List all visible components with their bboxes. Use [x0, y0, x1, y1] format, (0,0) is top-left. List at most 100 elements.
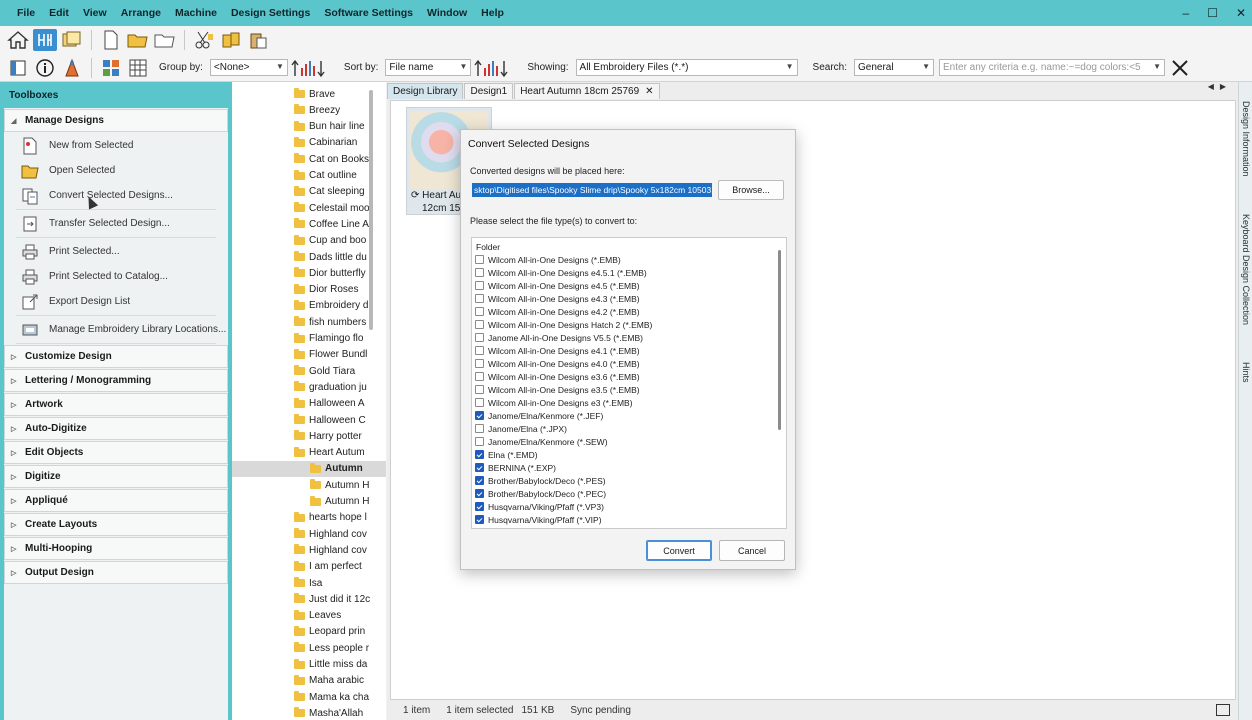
folder-item[interactable]: Highland cov	[232, 542, 386, 558]
browse-button[interactable]: Browse...	[718, 180, 784, 200]
folder-item[interactable]: Cat on Books	[232, 151, 386, 167]
checkbox-unchecked[interactable]	[475, 398, 484, 407]
new-file-icon[interactable]	[99, 29, 123, 51]
folder-item[interactable]: Flamingo flo	[232, 331, 386, 347]
file-type-option[interactable]: Janome/Elna/Kenmore (*.JEF)	[475, 409, 603, 422]
section-lettering[interactable]: ▷ Lettering / Monogramming	[4, 369, 228, 392]
tool-open-selected[interactable]: Open Selected	[4, 158, 228, 183]
checkbox-unchecked[interactable]	[475, 294, 484, 303]
tool-export-design-list[interactable]: Export Design List	[4, 289, 228, 314]
checkbox-unchecked[interactable]	[475, 281, 484, 290]
menu-view[interactable]: View	[76, 7, 114, 19]
menu-edit[interactable]: Edit	[42, 7, 76, 19]
folder-item[interactable]: Leopard prin	[232, 624, 386, 640]
showing-select[interactable]: All Embroidery Files (*.*) ▼	[575, 59, 798, 76]
section-create-layouts[interactable]: ▷ Create Layouts	[4, 513, 228, 536]
checkbox-unchecked[interactable]	[475, 320, 484, 329]
file-type-option[interactable]: Wilcom All-in-One Designs e3 (*.EMB)	[475, 396, 633, 409]
menu-design-settings[interactable]: Design Settings	[224, 7, 317, 19]
folder-item[interactable]: Autumn H	[232, 494, 386, 510]
file-type-option[interactable]: Wilcom All-in-One Designs e3.6 (*.EMB)	[475, 370, 640, 383]
checkbox-unchecked[interactable]	[475, 268, 484, 277]
folder-item[interactable]: Less people r	[232, 640, 386, 656]
section-output-design[interactable]: ▷ Output Design	[4, 561, 228, 584]
folder-item[interactable]: Embroidery d	[232, 298, 386, 314]
menu-software-settings[interactable]: Software Settings	[317, 7, 420, 19]
sort-by-select[interactable]: File name ▼	[385, 59, 472, 76]
tool-print-selected[interactable]: Print Selected...	[4, 239, 228, 264]
file-type-option[interactable]: Wilcom All-in-One Designs e3.5 (*.EMB)	[475, 383, 640, 396]
section-manage-designs[interactable]: ◢ Manage Designs	[4, 109, 228, 132]
checkbox-unchecked[interactable]	[475, 346, 484, 355]
file-type-option[interactable]: Brother/Babylock/Deco (*.PES)	[475, 474, 606, 487]
info-icon[interactable]	[33, 57, 57, 79]
folder-item[interactable]: Maha arabic	[232, 673, 386, 689]
folder-item[interactable]: Cabinarian	[232, 135, 386, 151]
tab-design-library[interactable]: Design Library	[387, 83, 464, 99]
group-sort-direction-icon[interactable]	[291, 57, 335, 79]
list-scrollbar[interactable]	[778, 250, 781, 430]
sort-direction-icon[interactable]	[474, 57, 518, 79]
section-multi-hooping[interactable]: ▷ Multi-Hooping	[4, 537, 228, 560]
search-scope-select[interactable]: General ▼	[854, 59, 934, 76]
destination-path-input[interactable]: sktop\Digitised files\Spooky Slime drip\…	[472, 183, 712, 197]
checkbox-unchecked[interactable]	[475, 255, 484, 264]
folder-item[interactable]: Flower Bundl	[232, 347, 386, 363]
file-type-option[interactable]: Wilcom All-in-One Designs e4.5.1 (*.EMB)	[475, 266, 647, 279]
checkbox-checked[interactable]	[475, 463, 484, 472]
folder-item[interactable]: Dads little du	[232, 249, 386, 265]
maximize-button[interactable]: ☐	[1207, 6, 1218, 20]
file-type-option[interactable]: Husqvarna/Viking/Pfaff (*.VIP)	[475, 513, 602, 526]
folder-item[interactable]: Autumn	[232, 460, 386, 477]
section-applique[interactable]: ▷ Appliqué	[4, 489, 228, 512]
folder-item[interactable]: Gold Tiara	[232, 363, 386, 379]
folder-item[interactable]: Cup and boo	[232, 233, 386, 249]
properties-icon[interactable]	[60, 57, 84, 79]
folder-item[interactable]: Celestail moo	[232, 200, 386, 216]
checkbox-checked[interactable]	[475, 489, 484, 498]
convert-button[interactable]: Convert	[646, 540, 712, 561]
tool-new-from-selected[interactable]: New from Selected	[4, 133, 228, 158]
file-type-option[interactable]: Janome/Elna (*.JPX)	[475, 422, 567, 435]
tab-heart-autumn[interactable]: Heart Autumn 18cm 25769 ✕	[514, 83, 660, 99]
folder-item[interactable]: hearts hope l	[232, 510, 386, 526]
file-type-option[interactable]: Wilcom All-in-One Designs (*.EMB)	[475, 253, 621, 266]
folder-item[interactable]: Coffee Line A	[232, 216, 386, 232]
tree-scrollbar[interactable]	[369, 90, 373, 330]
file-type-option[interactable]: Janome All-in-One Designs V5.5 (*.EMB)	[475, 331, 643, 344]
folder-item[interactable]: Leaves	[232, 608, 386, 624]
menu-arrange[interactable]: Arrange	[114, 7, 168, 19]
folder-item[interactable]: fish numbers	[232, 314, 386, 330]
folder-item[interactable]: Masha'Allah	[232, 705, 386, 720]
folder-item[interactable]: Halloween A	[232, 396, 386, 412]
cut-icon[interactable]	[192, 29, 216, 51]
folder-item[interactable]: Cat outline	[232, 168, 386, 184]
copy-icon[interactable]	[219, 29, 243, 51]
tab-design-information[interactable]: Design Information	[1239, 86, 1252, 192]
close-tab-icon[interactable]: ✕	[645, 86, 653, 97]
section-artwork[interactable]: ▷ Artwork	[4, 393, 228, 416]
folder-item[interactable]: Cat sleeping	[232, 184, 386, 200]
file-type-option[interactable]: Wilcom All-in-One Designs e4.1 (*.EMB)	[475, 344, 640, 357]
hoop-icon[interactable]	[33, 29, 57, 51]
close-window-button[interactable]: ✕	[1236, 6, 1246, 20]
checkbox-unchecked[interactable]	[475, 359, 484, 368]
tab-hints[interactable]: Hints	[1239, 350, 1252, 394]
menu-file[interactable]: File	[10, 7, 42, 19]
folder-item[interactable]: graduation ju	[232, 379, 386, 395]
file-type-option[interactable]: Wilcom All-in-One Designs Hatch 2 (*.EMB…	[475, 318, 652, 331]
checkbox-unchecked[interactable]	[475, 385, 484, 394]
checkbox-checked[interactable]	[475, 450, 484, 459]
file-type-option[interactable]: Wilcom All-in-One Designs e4.2 (*.EMB)	[475, 305, 640, 318]
folder-item[interactable]: Isa	[232, 575, 386, 591]
section-auto-digitize[interactable]: ▷ Auto-Digitize	[4, 417, 228, 440]
file-type-option[interactable]: Wilcom All-in-One Designs e4.5 (*.EMB)	[475, 279, 640, 292]
home-icon[interactable]	[6, 29, 30, 51]
section-edit-objects[interactable]: ▷ Edit Objects	[4, 441, 228, 464]
open-folder-icon[interactable]	[126, 29, 150, 51]
tool-manage-library-locations[interactable]: Manage Embroidery Library Locations...	[4, 317, 228, 342]
menu-window[interactable]: Window	[420, 7, 474, 19]
folder-item[interactable]: Dior butterfly	[232, 265, 386, 281]
section-digitize[interactable]: ▷ Digitize	[4, 465, 228, 488]
folder-item[interactable]: Breezy	[232, 102, 386, 118]
